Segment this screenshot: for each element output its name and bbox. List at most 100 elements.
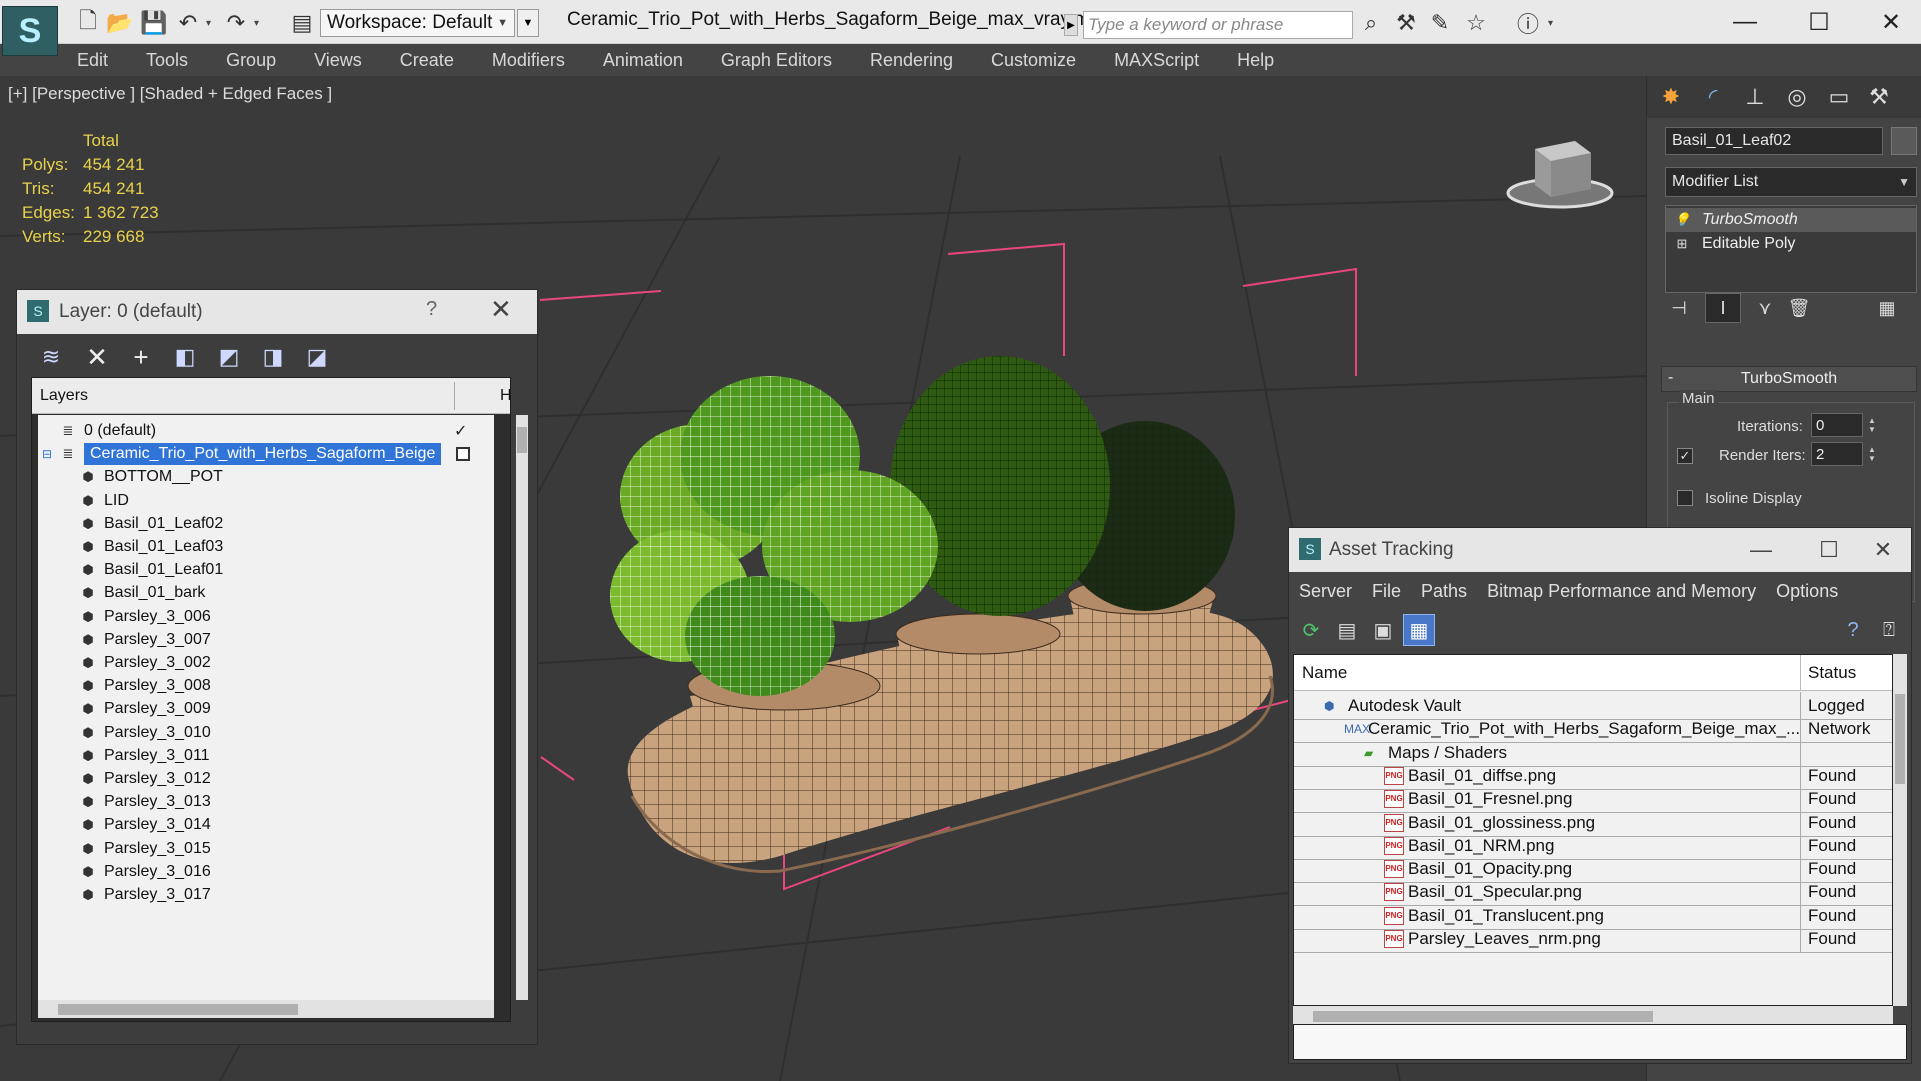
- isoline-display-checkbox[interactable]: [1677, 490, 1693, 506]
- stack-item-editable-poly[interactable]: ⊞ Editable Poly: [1666, 232, 1916, 256]
- minimize-icon[interactable]: —: [1733, 532, 1789, 568]
- turbosmooth-rollout-header[interactable]: - TurboSmooth: [1661, 366, 1917, 392]
- app-menu-button[interactable]: S: [2, 6, 58, 56]
- new-file-icon[interactable]: 🗋: [74, 8, 102, 36]
- hierarchy-tab-icon[interactable]: ⊥: [1737, 82, 1773, 112]
- menu-modifiers[interactable]: Modifiers: [473, 50, 584, 71]
- workspace-dropdown[interactable]: Workspace: Default ▼: [320, 9, 515, 37]
- layer-properties-icon[interactable]: ≋: [33, 341, 69, 373]
- object-row[interactable]: ⬢ Parsley_3_017: [38, 881, 494, 909]
- menu-group[interactable]: Group: [207, 50, 295, 71]
- modifier-list-dropdown[interactable]: Modifier List ▼: [1665, 167, 1917, 197]
- search-input[interactable]: Type a keyword or phrase: [1083, 11, 1353, 39]
- menu-edit[interactable]: Edit: [58, 50, 127, 71]
- motion-tab-icon[interactable]: ◎: [1779, 82, 1815, 112]
- column-status[interactable]: Status: [1808, 663, 1856, 683]
- sign-in-icon[interactable]: ✎: [1426, 10, 1454, 36]
- object-color-swatch[interactable]: [1891, 127, 1917, 155]
- asset-horizontal-scrollbar[interactable]: [1293, 1006, 1893, 1026]
- create-tab-icon[interactable]: ✸: [1653, 82, 1689, 112]
- render-iters-spin-arrows[interactable]: ▲ ▼: [1865, 442, 1879, 466]
- help-icon[interactable]: ?: [1837, 614, 1869, 646]
- menu-paths[interactable]: Paths: [1411, 581, 1477, 602]
- make-unique-icon[interactable]: ⋎: [1747, 293, 1783, 323]
- menu-animation[interactable]: Animation: [584, 50, 702, 71]
- menu-customize[interactable]: Customize: [972, 50, 1095, 71]
- active-layer-check-icon[interactable]: ✓: [454, 421, 467, 441]
- context-help-icon[interactable]: ⍰: [1873, 614, 1905, 646]
- menu-views[interactable]: Views: [295, 50, 381, 71]
- layer-window-titlebar[interactable]: Layer: 0 (default): [17, 290, 537, 334]
- asset-row[interactable]: PNG Parsley_Leaves_nrm.png Found: [1294, 925, 1892, 953]
- add-selection-icon[interactable]: ◧: [167, 341, 203, 373]
- remove-modifier-icon[interactable]: 🗑: [1781, 293, 1817, 323]
- menu-graph-editors[interactable]: Graph Editors: [702, 50, 851, 71]
- menu-maxscript[interactable]: MAXScript: [1095, 50, 1218, 71]
- project-folder-icon[interactable]: ▤: [288, 10, 316, 36]
- create-layer-icon[interactable]: +: [123, 341, 159, 373]
- asset-vertical-scrollbar[interactable]: [1893, 654, 1907, 1006]
- select-layer-objects-icon[interactable]: ◩: [211, 341, 247, 373]
- collapse-icon[interactable]: ⊟: [42, 447, 52, 461]
- menu-server[interactable]: Server: [1289, 581, 1362, 602]
- menu-options[interactable]: Options: [1766, 581, 1848, 602]
- render-iters-spinner[interactable]: 2: [1811, 442, 1863, 466]
- minimize-icon[interactable]: —: [1716, 4, 1774, 40]
- layer-horizontal-scrollbar[interactable]: [38, 1000, 494, 1018]
- configure-sets-icon[interactable]: ▦: [1869, 293, 1905, 323]
- show-end-result-icon[interactable]: Ⅰ: [1705, 293, 1741, 323]
- maximize-icon[interactable]: ☐: [1790, 4, 1848, 40]
- workspace-menu-button[interactable]: ▼: [517, 9, 539, 37]
- menu-help[interactable]: Help: [1218, 50, 1293, 71]
- pin-stack-icon[interactable]: ⊣: [1661, 293, 1697, 323]
- menu-create[interactable]: Create: [381, 50, 473, 71]
- expand-plus-icon[interactable]: ⊞: [1674, 236, 1690, 252]
- row-label: Parsley_3_013: [104, 793, 211, 811]
- iterations-spinner[interactable]: 0: [1811, 413, 1863, 437]
- menu-file[interactable]: File: [1362, 581, 1411, 602]
- help-button[interactable]: ?: [426, 298, 437, 321]
- column-name[interactable]: Name: [1302, 663, 1347, 683]
- open-file-icon[interactable]: 📂: [106, 10, 134, 36]
- column-hide[interactable]: H: [500, 387, 512, 405]
- save-icon[interactable]: 💾: [140, 10, 168, 36]
- maximize-icon[interactable]: ☐: [1801, 532, 1857, 568]
- layer-vertical-scrollbar[interactable]: [516, 415, 528, 1000]
- refresh-icon[interactable]: ⟳: [1295, 614, 1327, 646]
- column-layers[interactable]: Layers: [40, 387, 88, 405]
- viewport-label[interactable]: [+] [Perspective ] [Shaded + Edged Faces…: [8, 84, 332, 104]
- search-expand-icon[interactable]: ▶: [1064, 14, 1078, 36]
- undo-icon[interactable]: ↶: [174, 10, 202, 36]
- undo-dropdown-icon[interactable]: ▾: [206, 10, 218, 36]
- iterations-spin-arrows[interactable]: ▲ ▼: [1865, 413, 1879, 437]
- redo-dropdown-icon[interactable]: ▾: [254, 10, 266, 36]
- menu-bitmap-performance[interactable]: Bitmap Performance and Memory: [1477, 581, 1766, 602]
- favorites-star-icon[interactable]: ☆: [1462, 10, 1490, 36]
- highlight-layer-icon[interactable]: ◨: [255, 341, 291, 373]
- binoculars-icon[interactable]: ⌕: [1357, 10, 1385, 36]
- help-dropdown-icon[interactable]: ▾: [1548, 10, 1560, 36]
- stack-item-turbosmooth[interactable]: 💡 TurboSmooth: [1666, 208, 1916, 232]
- table-view-icon[interactable]: ▦: [1403, 614, 1435, 646]
- modify-tab-icon[interactable]: ◜: [1695, 82, 1731, 112]
- close-icon[interactable]: ✕: [490, 294, 512, 325]
- object-name-field[interactable]: Basil_01_Leaf02: [1665, 127, 1883, 155]
- display-tab-icon[interactable]: ▭: [1821, 82, 1857, 112]
- render-iters-checkbox[interactable]: ✓: [1677, 448, 1693, 464]
- help-icon[interactable]: ⓘ: [1514, 10, 1542, 37]
- asset-name: Basil_01_Opacity.png: [1408, 859, 1573, 879]
- close-icon[interactable]: ✕: [1855, 532, 1911, 568]
- viewcube-icon[interactable]: [1505, 131, 1615, 216]
- utilities-tab-icon[interactable]: ⚒: [1861, 82, 1897, 112]
- menu-rendering[interactable]: Rendering: [851, 50, 972, 71]
- menu-tools[interactable]: Tools: [127, 50, 207, 71]
- lightbulb-icon[interactable]: 💡: [1674, 212, 1690, 228]
- redo-icon[interactable]: ↷: [222, 10, 250, 36]
- close-icon[interactable]: ✕: [1862, 4, 1920, 40]
- delete-layer-icon[interactable]: ✕: [79, 341, 115, 373]
- thumbnail-view-icon[interactable]: ▣: [1367, 614, 1399, 646]
- set-current-layer-icon[interactable]: [456, 447, 470, 462]
- list-view-icon[interactable]: ▤: [1331, 614, 1363, 646]
- hide-unhide-all-icon[interactable]: ◪: [299, 341, 335, 373]
- tools-icon[interactable]: ⚒: [1392, 10, 1420, 36]
